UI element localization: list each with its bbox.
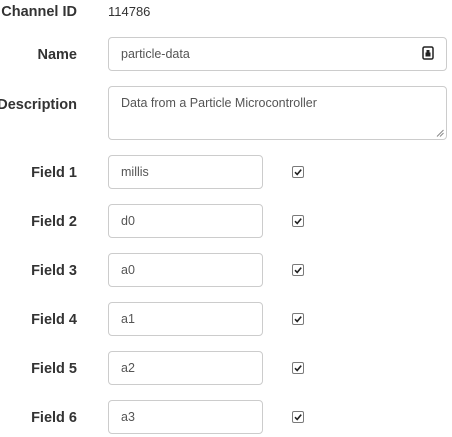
password-manager-icon[interactable] <box>422 45 434 63</box>
field-enabled-checkbox[interactable] <box>292 362 304 374</box>
channel-id-label: Channel ID <box>1 4 77 20</box>
field-input-value: d0 <box>121 214 135 228</box>
channel-id-value: 114786 <box>108 4 151 19</box>
name-input[interactable]: particle-data <box>108 37 447 71</box>
name-label: Name <box>37 47 78 63</box>
field-input-value: a1 <box>121 312 135 326</box>
field-input[interactable]: millis <box>108 155 263 189</box>
field-input[interactable]: a3 <box>108 400 263 434</box>
checkmark-icon <box>294 169 302 176</box>
field-input[interactable]: a0 <box>108 253 263 287</box>
field-input-value: a0 <box>121 263 135 277</box>
field-input-value: a2 <box>121 361 135 375</box>
field-label: Field 3 <box>31 263 77 279</box>
field-label: Field 1 <box>31 165 77 181</box>
field-input[interactable]: a1 <box>108 302 263 336</box>
field-label: Field 5 <box>31 361 77 377</box>
checkmark-icon <box>294 365 302 372</box>
checkmark-icon <box>294 316 302 323</box>
field-enabled-checkbox[interactable] <box>292 411 304 423</box>
field-enabled-checkbox[interactable] <box>292 215 304 227</box>
field-enabled-checkbox[interactable] <box>292 313 304 325</box>
name-input-value: particle-data <box>121 47 190 61</box>
resize-grip-icon[interactable] <box>436 129 444 137</box>
field-enabled-checkbox[interactable] <box>292 166 304 178</box>
field-label: Field 4 <box>31 312 77 328</box>
checkmark-icon <box>294 218 302 225</box>
description-label: Description <box>0 97 77 113</box>
checkmark-icon <box>294 414 302 421</box>
field-input[interactable]: a2 <box>108 351 263 385</box>
field-input[interactable]: d0 <box>108 204 263 238</box>
description-textarea[interactable]: Data from a Particle Microcontroller <box>108 86 447 140</box>
field-label: Field 6 <box>31 410 77 426</box>
field-input-value: millis <box>121 165 149 179</box>
field-input-value: a3 <box>121 410 135 424</box>
field-enabled-checkbox[interactable] <box>292 264 304 276</box>
description-value: Data from a Particle Microcontroller <box>121 96 317 110</box>
checkmark-icon <box>294 267 302 274</box>
field-label: Field 2 <box>31 214 77 230</box>
